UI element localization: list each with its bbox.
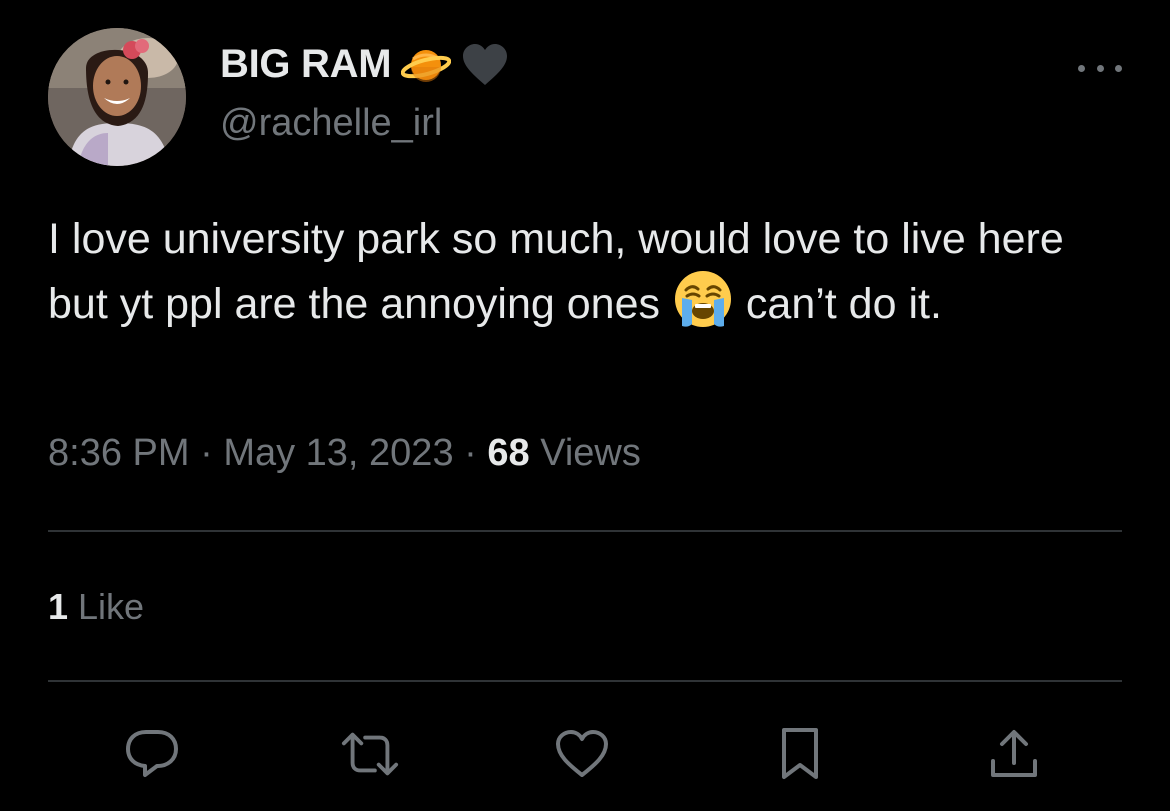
avatar-image <box>48 28 186 166</box>
heart-icon <box>556 730 608 777</box>
likes-link[interactable]: 1 Like <box>48 586 144 628</box>
share-icon <box>991 730 1037 777</box>
tweet-text-part2: can’t do it. <box>733 280 942 328</box>
black-heart-emoji <box>461 43 509 87</box>
loudly-crying-face-emoji <box>672 268 734 330</box>
meta-separator: · <box>453 432 488 474</box>
avatar[interactable] <box>48 28 186 166</box>
user-handle[interactable]: @rachelle_irl <box>220 102 442 145</box>
meta-separator: · <box>189 432 224 474</box>
display-name[interactable]: BIG RAM <box>220 42 392 87</box>
divider-bottom <box>48 680 1122 682</box>
likes-count: 1 <box>48 586 69 627</box>
like-button[interactable] <box>552 724 612 784</box>
views-count: 68 <box>487 432 530 474</box>
tweet-text: I love university park so much, would lo… <box>48 210 1128 333</box>
tweet-meta: 8:36 PM · May 13, 2023 · 68 Views <box>48 432 641 475</box>
ringed-planet-emoji <box>401 45 452 85</box>
share-button[interactable] <box>984 724 1044 784</box>
name-row: BIG RAM <box>220 42 509 87</box>
bookmark-icon <box>782 728 818 779</box>
reply-button[interactable] <box>122 724 182 784</box>
more-dot-icon <box>1078 64 1085 72</box>
more-dot-icon <box>1096 64 1104 72</box>
tweet-time[interactable]: 8:36 PM <box>48 432 190 474</box>
more-options-button[interactable] <box>1078 58 1122 78</box>
views-label: Views <box>529 432 641 474</box>
divider-top <box>48 530 1122 532</box>
retweet-button[interactable] <box>340 724 400 784</box>
tweet-date[interactable]: May 13, 2023 <box>223 432 453 474</box>
retweet-icon <box>341 732 399 776</box>
likes-label: Like <box>68 586 145 627</box>
reply-icon <box>126 730 178 777</box>
tweet-header: BIG RAM @rachelle_irl <box>48 28 1122 168</box>
more-dot-icon <box>1115 64 1122 72</box>
bookmark-button[interactable] <box>770 724 830 784</box>
